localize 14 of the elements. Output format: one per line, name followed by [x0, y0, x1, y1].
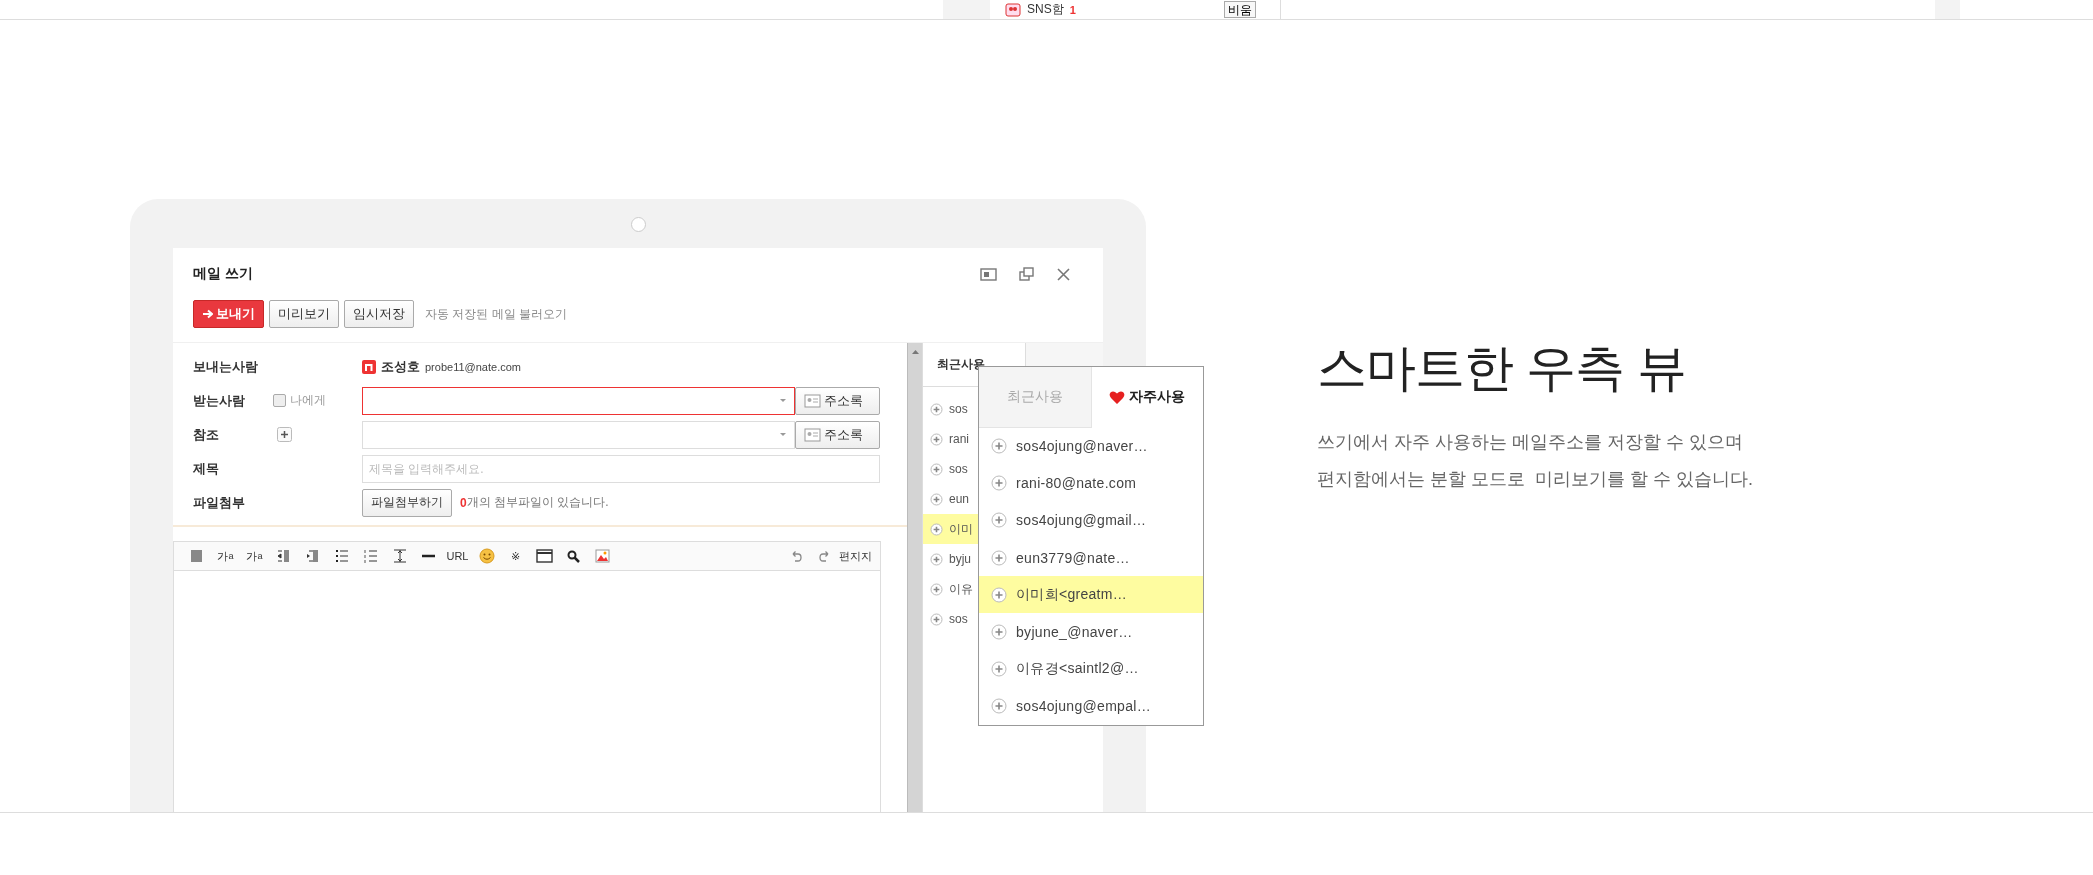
headline: 스마트한 우측 뷰	[1317, 339, 1687, 398]
description-line: 쓰기에서 자주 사용하는 메일주소를 저장할 수 있으며	[1317, 431, 1744, 454]
field-label: 제목	[193, 459, 220, 478]
window-title: 메일 쓰기	[193, 265, 253, 283]
field-label: 파일첨부	[193, 493, 246, 512]
field-label: 받는사람	[193, 391, 246, 410]
field-label: 보내는사람	[193, 357, 259, 376]
attachment-text: 개의 첨부파일이 있습니다.	[466, 494, 609, 511]
attachment-count: 0	[460, 495, 467, 510]
field-label: 참조	[193, 425, 220, 444]
unread-count: 1	[1069, 3, 1076, 16]
sender-email: probe11@nate.com	[425, 360, 521, 373]
description-line: 편지함에서는 분할 모드로 미리보기를 할 수 있습니다.	[1317, 468, 1753, 491]
sender-name: 조성호	[381, 357, 420, 376]
